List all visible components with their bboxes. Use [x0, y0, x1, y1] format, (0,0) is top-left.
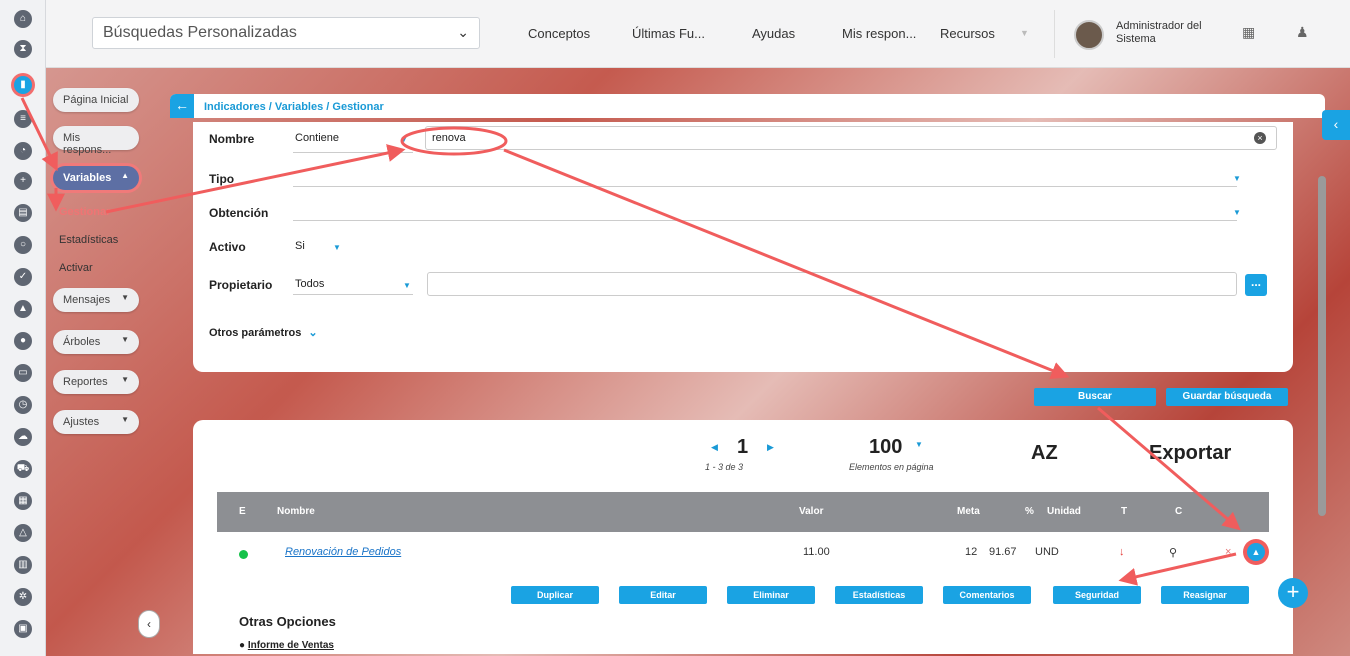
annotation-circle [400, 126, 508, 156]
annotation-arrow [503, 148, 1070, 379]
annotation-arrow [105, 144, 406, 214]
annotation-arrow [20, 97, 58, 172]
annotation-overlay [20, 97, 1241, 586]
annotation-arrow [1097, 406, 1241, 531]
annotation-arrow [1118, 552, 1237, 586]
